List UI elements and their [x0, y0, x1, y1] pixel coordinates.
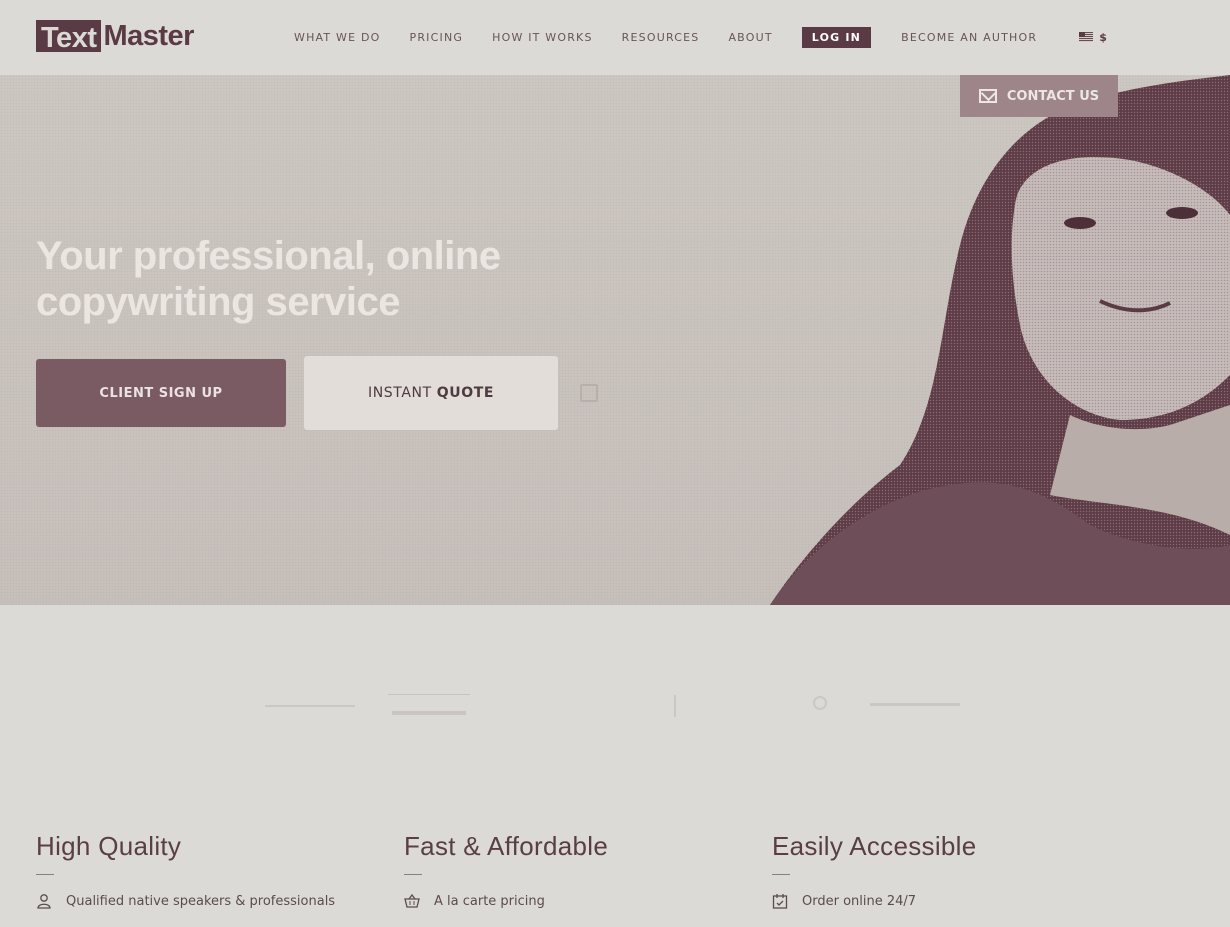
feature-item-label: A la carte pricing: [434, 893, 545, 909]
hero-title: Your professional, online copywriting se…: [36, 233, 556, 325]
instant-quote-bold: QUOTE: [436, 385, 495, 401]
client-signup-button[interactable]: CLIENT SIGN UP: [36, 359, 286, 427]
nav-what-we-do[interactable]: WHAT WE DO: [294, 31, 381, 44]
client-logo-1: [265, 705, 355, 707]
hero-title-line-2: copywriting service: [36, 280, 400, 324]
feature-high-quality: High Quality Qualified native speakers &…: [36, 830, 376, 909]
feature-easily-accessible: Easily Accessible Order online 24/7: [772, 830, 1112, 909]
us-flag-icon: [1079, 32, 1094, 42]
feature-item: A la carte pricing: [404, 893, 744, 909]
main-nav: WHAT WE DO PRICING HOW IT WORKS RESOURCE…: [294, 26, 1108, 48]
hero-portrait-image: [770, 75, 1230, 605]
login-button[interactable]: LOG IN: [801, 26, 872, 48]
feature-item: Qualified native speakers & professional…: [36, 893, 376, 909]
logo-text-part: Text: [36, 20, 102, 54]
instant-quote-button[interactable]: INSTANT QUOTE: [304, 356, 558, 430]
client-logo-2: [388, 694, 470, 715]
feature-divider: [404, 874, 422, 875]
hero-banner: CONTACT US Your professional, online cop…: [0, 75, 1230, 605]
feature-divider: [36, 874, 54, 875]
feature-title: Fast & Affordable: [404, 831, 609, 861]
feature-title: High Quality: [36, 831, 182, 861]
nav-resources[interactable]: RESOURCES: [622, 31, 700, 44]
feature-item-label: Order online 24/7: [802, 893, 917, 909]
video-link[interactable]: [580, 384, 598, 402]
calendar-icon: [772, 894, 788, 909]
feature-item: Order online 24/7: [772, 893, 1112, 909]
feature-item-label: Qualified native speakers & professional…: [66, 893, 336, 909]
nav-how-it-works[interactable]: HOW IT WORKS: [492, 31, 593, 44]
textmaster-logo[interactable]: Text Master: [36, 19, 194, 54]
locale-selector[interactable]: $: [1079, 31, 1108, 44]
currency-label: $: [1099, 30, 1109, 44]
basket-icon: [404, 893, 420, 908]
user-icon: [37, 894, 51, 909]
play-icon: [580, 384, 598, 402]
nav-become-author[interactable]: BECOME AN AUTHOR: [901, 31, 1037, 44]
site-header: Text Master WHAT WE DO PRICING HOW IT WOR…: [0, 0, 1230, 75]
contact-us-label: CONTACT US: [1006, 88, 1100, 104]
client-logos-strip: [0, 605, 1230, 810]
contact-us-button[interactable]: CONTACT US: [960, 75, 1118, 117]
feature-fast-affordable: Fast & Affordable A la carte pricing: [404, 830, 744, 909]
client-logo-4: [813, 696, 960, 710]
client-logo-3: [674, 695, 676, 717]
feature-title: Easily Accessible: [772, 831, 977, 861]
nav-pricing[interactable]: PRICING: [410, 31, 464, 44]
mail-icon: [978, 89, 997, 103]
instant-quote-prefix: INSTANT: [367, 385, 432, 401]
hero-title-line-1: Your professional, online: [36, 234, 501, 278]
nav-about[interactable]: ABOUT: [728, 31, 772, 44]
feature-divider: [772, 874, 790, 875]
logo-master-part: Master: [103, 19, 194, 52]
